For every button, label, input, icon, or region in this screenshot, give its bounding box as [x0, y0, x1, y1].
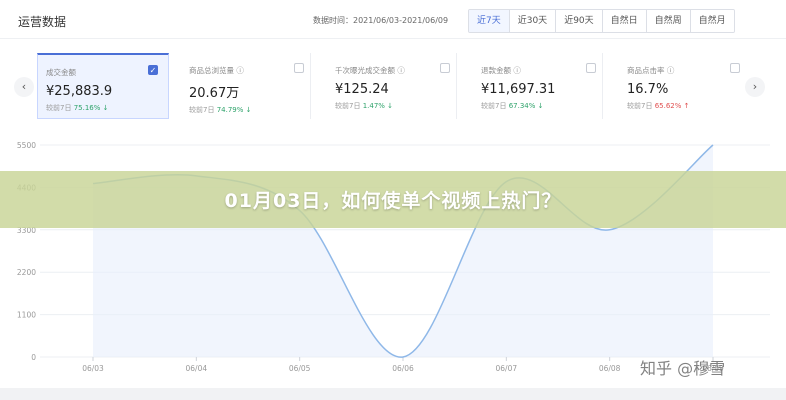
y-tick-label: 5500 [17, 141, 36, 150]
metric-compare: 较前7日 74.79% ↓ [189, 105, 310, 115]
metric-name: 商品总浏览量 ⓘ [189, 66, 244, 75]
metric-name: 千次曝光成交金额 ⓘ [335, 66, 405, 75]
x-tick-label: 06/03 [82, 364, 104, 373]
x-tick-label: 06/07 [496, 364, 518, 373]
metric-name: 商品点击率 ⓘ [627, 66, 675, 75]
y-tick-label: 1100 [17, 311, 36, 320]
x-tick-label: 06/06 [392, 364, 414, 373]
metric-card-page-views[interactable]: 商品总浏览量 ⓘ 20.67万 较前7日 74.79% ↓ [181, 53, 311, 119]
metric-name: 退款金额 ⓘ [481, 66, 521, 75]
compare-label: 较前7日 [627, 102, 653, 110]
metric-checkbox[interactable] [730, 63, 740, 73]
metric-checkbox[interactable] [440, 63, 450, 73]
metric-compare: 较前7日 65.62% ↑ [627, 101, 741, 111]
compare-percent: 65.62% ↑ [654, 102, 690, 110]
compare-label: 较前7日 [189, 106, 215, 114]
metric-value: ¥125.24 [335, 82, 389, 97]
metric-checkbox-checked[interactable]: ✓ [148, 65, 158, 75]
chevron-left-icon[interactable]: ‹ [14, 77, 34, 97]
metric-card-gmv-per-mille[interactable]: 千次曝光成交金额 ⓘ ¥125.24 较前7日 1.47% ↓ [327, 53, 457, 119]
compare-percent: 67.34% ↓ [508, 102, 544, 110]
metric-compare: 较前7日 1.47% ↓ [335, 101, 456, 111]
panel-title: 运营数据 [18, 15, 67, 29]
compare-percent: 74.79% ↓ [216, 106, 252, 114]
date-range-selector: 近7天 近30天 近90天 自然日 自然周 自然月 [468, 9, 735, 33]
metric-compare: 较前7日 67.34% ↓ [481, 101, 602, 111]
compare-label: 较前7日 [46, 104, 72, 112]
range-last-7-days-button[interactable]: 近7天 [469, 10, 510, 32]
metric-card-click-rate[interactable]: 商品点击率 ⓘ 16.7% 较前7日 65.62% ↑ [619, 53, 741, 119]
range-natural-day-button[interactable]: 自然日 [602, 10, 647, 32]
y-tick-label: 0 [31, 353, 36, 362]
compare-label: 较前7日 [481, 102, 507, 110]
date-range-label: 数据时间：2021/06/03-2021/06/09 [313, 16, 449, 25]
range-last-30-days-button[interactable]: 近30天 [509, 10, 557, 32]
metric-checkbox[interactable] [294, 63, 304, 73]
metric-compare: 较前7日 75.16% ↓ [46, 103, 168, 113]
metric-card-refund-amount[interactable]: 退款金额 ⓘ ¥11,697.31 较前7日 67.34% ↓ [473, 53, 603, 119]
range-natural-week-button[interactable]: 自然周 [646, 10, 691, 32]
metric-checkbox[interactable] [586, 63, 596, 73]
range-natural-month-button[interactable]: 自然月 [690, 10, 734, 32]
line-chart: 01100220033004400550006/0306/0406/0506/0… [17, 141, 770, 373]
metric-value: ¥11,697.31 [481, 82, 556, 97]
x-tick-label: 06/05 [289, 364, 311, 373]
metric-card-gmv[interactable]: ✓ 成交金额 ¥25,883.9 较前7日 75.16% ↓ [37, 53, 169, 119]
range-last-90-days-button[interactable]: 近90天 [556, 10, 603, 32]
compare-percent: 75.16% ↓ [73, 104, 109, 112]
metric-value: 20.67万 [189, 86, 240, 101]
header-divider [0, 38, 786, 39]
bottom-scrollbar[interactable] [0, 388, 786, 400]
metric-value: 16.7% [627, 82, 669, 97]
compare-label: 较前7日 [335, 102, 361, 110]
metric-value: ¥25,883.9 [46, 84, 113, 99]
x-tick-label: 06/08 [599, 364, 621, 373]
chevron-right-icon[interactable]: › [745, 77, 765, 97]
title-banner: 01月03日，如何使单个视频上热门？ [0, 171, 786, 228]
y-tick-label: 2200 [17, 268, 36, 277]
compare-percent: 1.47% ↓ [362, 102, 394, 110]
x-tick-label: 06/04 [186, 364, 208, 373]
banner-title: 01月03日，如何使单个视频上热门？ [224, 190, 562, 212]
watermark-text: 知乎 @穆雪 [640, 359, 726, 378]
